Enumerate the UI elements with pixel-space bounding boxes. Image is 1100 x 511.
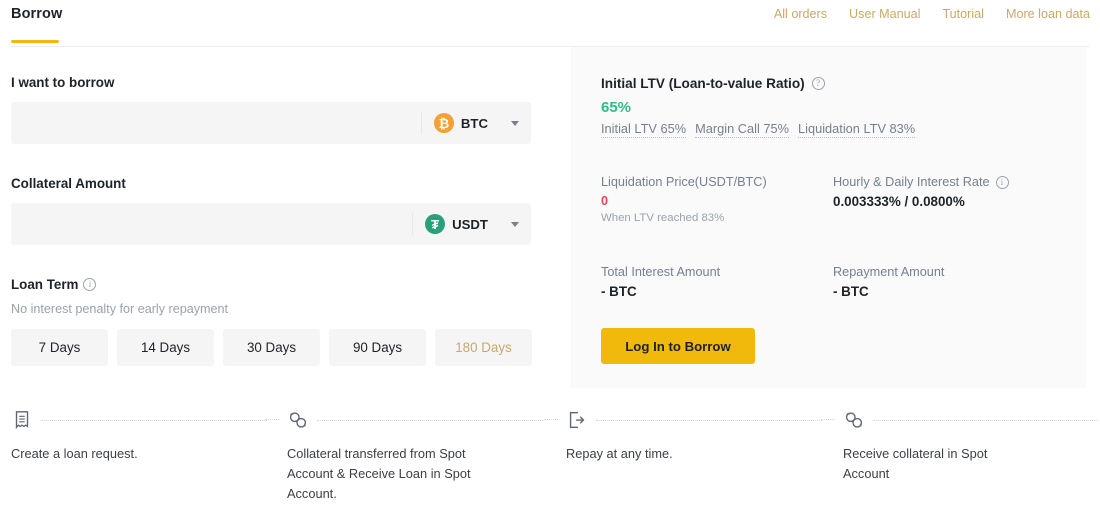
step-connector-line	[317, 419, 543, 421]
step-connector-line	[265, 419, 279, 420]
info-circle-icon[interactable]: i	[83, 278, 97, 291]
metric-interest-rate-value: 0.003333% / 0.0800%	[833, 194, 965, 209]
loan-term-option-30[interactable]: 30 Days	[223, 329, 320, 366]
loan-term-option-7[interactable]: 7 Days	[11, 329, 108, 366]
transfer-coins-icon	[845, 412, 863, 428]
loan-term-option-14[interactable]: 14 Days	[117, 329, 214, 366]
step-description: Repay at any time.	[566, 446, 673, 461]
step-connector-line	[873, 419, 1099, 421]
metric-total-interest-value: - BTC	[601, 284, 637, 299]
borrow-page: Borrow All orders User Manual Tutorial M…	[0, 0, 1100, 511]
initial-ltv-title-text: Initial LTV (Loan-to-value Ratio)	[601, 76, 805, 91]
info-circle-icon[interactable]: i	[995, 175, 1009, 189]
step-icon-row	[265, 405, 543, 435]
borrow-amount-input-group: ₿ BTC	[11, 102, 531, 144]
step-connector-line	[821, 419, 835, 420]
loan-term-label-text: Loan Term	[11, 277, 79, 292]
step-item: Collateral transferred from Spot Account…	[265, 405, 543, 503]
collateral-amount-input[interactable]	[11, 203, 413, 245]
metric-interest-rate-label-text: Hourly & Daily Interest Rate	[833, 175, 990, 189]
chevron-down-icon	[511, 221, 519, 227]
ltv-threshold-list: Initial LTV 65% Margin Call 75% Liquidat…	[601, 121, 916, 138]
link-more-loan-data[interactable]: More loan data	[1006, 7, 1090, 21]
step-connector-line	[41, 419, 267, 421]
step-icon-row	[821, 405, 1099, 435]
step-description: Create a loan request.	[11, 446, 138, 461]
metric-liquidation-price-value: 0	[601, 194, 609, 208]
header-links: All orders User Manual Tutorial More loa…	[774, 7, 1090, 21]
borrow-asset-name: BTC	[460, 115, 488, 131]
loan-summary-panel: Initial LTV (Loan-to-value Ratio) ? 65% …	[571, 47, 1086, 388]
question-circle-icon[interactable]: ?	[811, 77, 825, 90]
login-to-borrow-button[interactable]: Log In to Borrow	[601, 328, 755, 364]
how-it-works-steps: Create a loan request. Collateral transf…	[0, 405, 1100, 511]
receipt-icon	[15, 411, 29, 430]
metric-repayment-amount: Repayment Amount - BTC	[833, 265, 944, 299]
loan-term-note: No interest penalty for early repayment	[11, 302, 228, 316]
step-icon-row	[11, 405, 267, 435]
exit-arrow-icon	[569, 411, 585, 429]
loan-term-options: 7 Days 14 Days 30 Days 90 Days 180 Days	[11, 329, 532, 366]
ltv-chip-initial[interactable]: Initial LTV 65%	[601, 121, 687, 138]
metric-repayment-amount-value: - BTC	[833, 284, 869, 299]
ltv-chip-margin-call[interactable]: Margin Call 75%	[695, 121, 790, 138]
metric-total-interest-label: Total Interest Amount	[601, 265, 721, 279]
collateral-asset-selector[interactable]: ₮ USDT	[412, 213, 531, 235]
tab-active-indicator	[11, 40, 59, 43]
chevron-down-icon	[511, 120, 519, 126]
metric-liquidation-price-label: Liquidation Price(USDT/BTC)	[601, 175, 767, 189]
collateral-asset-name: USDT	[452, 216, 488, 232]
borrow-amount-label-text: I want to borrow	[11, 75, 115, 90]
step-description: Collateral transferred from Spot Account…	[287, 446, 471, 501]
link-user-manual[interactable]: User Manual	[849, 7, 920, 21]
metric-interest-rate: Hourly & Daily Interest Rate i 0.003333%…	[833, 175, 1009, 209]
usdt-coin-icon: ₮	[425, 214, 446, 234]
collateral-amount-input-group: ₮ USDT	[11, 203, 531, 245]
ltv-chip-liquidation[interactable]: Liquidation LTV 83%	[798, 121, 916, 138]
initial-ltv-value: 65%	[601, 99, 632, 116]
metric-repayment-amount-label: Repayment Amount	[833, 265, 945, 279]
step-item: Receive collateral in Spot Account	[821, 405, 1099, 484]
step-connector-line	[544, 419, 558, 420]
collateral-amount-label-text: Collateral Amount	[11, 176, 126, 191]
loan-term-option-90[interactable]: 90 Days	[329, 329, 426, 366]
initial-ltv-title: Initial LTV (Loan-to-value Ratio) ?	[601, 76, 825, 91]
btc-coin-icon: ₿	[433, 113, 454, 133]
loan-term-label: Loan Term i	[11, 277, 97, 292]
collateral-amount-label: Collateral Amount	[11, 176, 126, 191]
link-all-orders[interactable]: All orders	[774, 7, 827, 21]
metric-liquidation-price-sub: When LTV reached 83%	[601, 212, 725, 224]
metric-interest-rate-label: Hourly & Daily Interest Rate i	[833, 175, 1009, 189]
transfer-coins-icon	[289, 412, 307, 428]
step-icon-row	[544, 405, 822, 435]
page-header: Borrow All orders User Manual Tutorial M…	[0, 0, 1100, 47]
borrow-amount-label: I want to borrow	[11, 75, 114, 90]
step-item: Repay at any time.	[544, 405, 822, 464]
borrow-amount-input[interactable]	[11, 102, 421, 144]
metric-total-interest: Total Interest Amount - BTC	[601, 265, 720, 299]
tab-borrow[interactable]: Borrow	[11, 6, 62, 22]
link-tutorial[interactable]: Tutorial	[942, 7, 984, 21]
step-description: Receive collateral in Spot Account	[843, 446, 988, 481]
borrow-asset-selector[interactable]: ₿ BTC	[420, 112, 531, 134]
step-connector-line	[596, 419, 822, 421]
metric-liquidation-price: Liquidation Price(USDT/BTC) 0 When LTV r…	[601, 175, 767, 224]
loan-term-option-180[interactable]: 180 Days	[435, 329, 532, 366]
step-item: Create a loan request.	[11, 405, 267, 464]
borrow-form: I want to borrow ₿ BTC Collateral Amount…	[0, 47, 571, 388]
